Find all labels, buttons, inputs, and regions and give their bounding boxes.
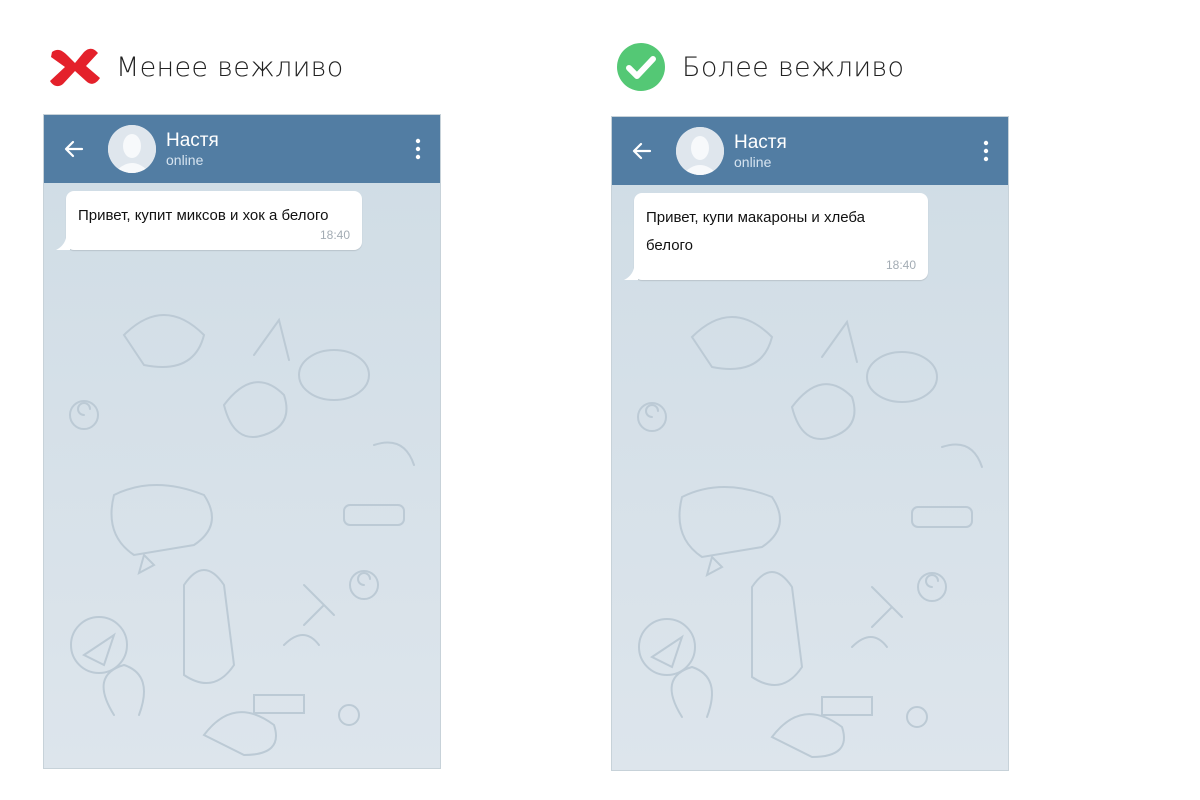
avatar[interactable] (676, 127, 724, 175)
contact-info[interactable]: Настя online (166, 130, 219, 168)
contact-name: Настя (166, 130, 219, 151)
contact-name: Настя (734, 132, 787, 153)
contact-status: online (166, 152, 204, 168)
more-menu-icon[interactable] (982, 140, 990, 162)
chat-screen: Настя online Привет, купи макароны и хле… (612, 117, 1008, 770)
caption-text: Менее вежливо (116, 51, 344, 83)
chat-screen: Настя online Привет, купит миксов и хок … (44, 115, 440, 768)
bubble-tail (56, 238, 70, 250)
message-bubble[interactable]: Привет, купит миксов и хок а белого 18:4… (56, 191, 362, 250)
message-time: 18:40 (885, 258, 916, 272)
caption: Более вежливо (612, 42, 904, 92)
comparison-panel-more-polite: Более вежливо Настя online Привет, купи … (568, 0, 1128, 800)
bubble-tail (624, 268, 638, 280)
red-cross-icon (46, 42, 104, 92)
back-arrow-icon[interactable] (62, 137, 86, 161)
message-text: Привет, купит миксов и хок а белого (78, 207, 329, 224)
contact-status: online (734, 154, 772, 170)
chat-header: Настя online (612, 117, 1008, 185)
contact-info[interactable]: Настя online (734, 132, 787, 170)
back-arrow-icon[interactable] (630, 139, 654, 163)
comparison-panel-less-polite: Менее вежливо Настя online Привет, купит… (0, 0, 560, 800)
message-time: 18:40 (319, 228, 350, 242)
chat-header: Настя online (44, 115, 440, 183)
caption: Менее вежливо (46, 42, 344, 92)
message-text: Привет, купи макароны и хлеба белого (646, 209, 865, 254)
message-bubble[interactable]: Привет, купи макароны и хлеба белого 18:… (624, 193, 928, 280)
green-check-icon (612, 42, 670, 92)
more-menu-icon[interactable] (414, 138, 422, 160)
caption-text: Более вежливо (682, 51, 905, 83)
avatar[interactable] (108, 125, 156, 173)
